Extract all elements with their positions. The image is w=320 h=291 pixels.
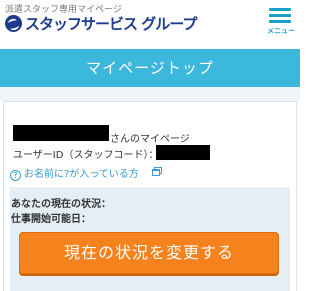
menu-label: メニュー <box>267 27 295 35</box>
menu-button[interactable]: メニュー <box>266 6 296 38</box>
start-date-label: 仕事開始可能日： <box>11 214 91 225</box>
redacted-user-id <box>156 145 210 160</box>
section-spacer <box>0 87 300 101</box>
logo-text[interactable]: スタッフサービス グループ <box>25 13 197 34</box>
change-status-button[interactable]: 現在の状況を変更する <box>19 232 279 274</box>
current-status-label: あなたの現在の状況： <box>11 199 111 210</box>
new-window-icon <box>152 167 162 176</box>
name-help-text: お名前に?が入っている方 <box>24 169 139 180</box>
question-icon: ? <box>10 170 21 181</box>
user-id-label: ユーザーID（スタッフコード）： <box>13 150 159 161</box>
hamburger-icon <box>269 8 291 24</box>
page-title-bar: マイページトップ <box>0 49 300 87</box>
name-help-link[interactable]: ? お名前に?が入っている方 <box>10 165 139 181</box>
page-title: マイページトップ <box>86 59 214 77</box>
redacted-name <box>13 125 109 141</box>
name-suffix: さんのマイページ <box>110 134 190 145</box>
logo-icon <box>5 15 22 32</box>
site-header: 派遣スタッフ専用マイページ スタッフサービス グループ メニュー <box>0 0 300 42</box>
